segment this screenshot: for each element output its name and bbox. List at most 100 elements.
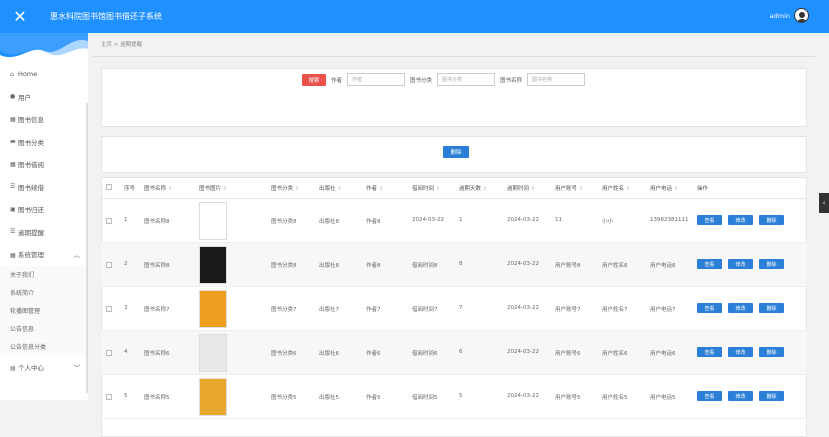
side-collapse-handle[interactable]: ‹ — [819, 193, 829, 213]
delete-button[interactable]: 删除 — [759, 347, 784, 357]
book-cover-image — [199, 246, 227, 284]
sidebar-subitem-about[interactable]: 关于我们 — [0, 265, 88, 284]
sidebar-item-book-info[interactable]: ▦ 图书信息 — [0, 108, 88, 131]
cell-overdue-days: 6 — [459, 349, 463, 355]
book-name-input[interactable]: 图书名称 — [527, 73, 586, 86]
sidebar-item-profile[interactable]: ▤ 个人中心 ﹀ — [0, 356, 88, 379]
select-all-checkbox[interactable] — [106, 184, 112, 190]
search-row: 搜索 作者 作者 图书分类 图书分类 图书名称 图书名称 — [302, 73, 586, 86]
category-input[interactable]: 图书分类 — [437, 73, 496, 86]
sidebar-subitem-notice[interactable]: 公告信息 — [0, 319, 88, 338]
sidebar-item-return[interactable]: ▣ 图书归还 — [0, 198, 88, 221]
close-icon[interactable]: ✕ — [0, 7, 40, 26]
user-menu[interactable]: admin — [770, 8, 809, 23]
top-bar: ✕ 惠水科院图书馆图书借还子系统 admin — [0, 0, 829, 33]
header-overdue-time[interactable]: 逾期时间 — [507, 186, 529, 192]
sort-icon[interactable]: ⇕ — [223, 186, 227, 192]
header-category[interactable]: 图书分类 — [271, 186, 293, 192]
sidebar-item-renew[interactable]: ☰ 图书续借 — [0, 176, 88, 199]
header-author[interactable]: 作者 — [366, 186, 377, 192]
cell-borrow-time: 借阅时间8 — [412, 263, 438, 269]
cell-phone: 用户电话7 — [650, 307, 676, 313]
delete-button[interactable]: 删除 — [759, 303, 784, 313]
sidebar-item-borrow[interactable]: ▦ 图书借阅 — [0, 153, 88, 176]
header-overdue-days[interactable]: 逾期天数 — [459, 186, 481, 192]
sort-icon[interactable]: ⇕ — [338, 186, 342, 192]
cell-account: 用户账号8 — [555, 263, 581, 269]
cell-user-name: 小小 — [602, 219, 614, 225]
header-phone[interactable]: 用户电话 — [650, 186, 672, 192]
search-button[interactable]: 搜索 — [302, 73, 326, 86]
author-label: 作者 — [331, 77, 343, 84]
sidebar-subitem-carousel[interactable]: 轮播图管理 — [0, 301, 88, 320]
delete-button[interactable]: 删除 — [759, 215, 784, 225]
sort-icon[interactable]: ⇕ — [579, 186, 583, 192]
cell-publisher: 出版社7 — [319, 307, 339, 313]
view-button[interactable]: 查看 — [697, 303, 722, 313]
edit-button[interactable]: 修改 — [728, 347, 753, 357]
sidebar-item-book-category[interactable]: ▬ 图书分类 — [0, 131, 88, 154]
row-checkbox[interactable] — [106, 394, 112, 400]
sort-icon[interactable]: ⇕ — [483, 186, 487, 192]
bulk-delete-button[interactable]: 删除 — [443, 146, 469, 158]
avatar[interactable] — [794, 8, 809, 23]
cell-no: 4 — [124, 349, 128, 355]
sort-icon[interactable]: ⇕ — [531, 186, 535, 192]
row-checkbox[interactable] — [106, 262, 112, 268]
sidebar-item-system[interactable]: ▦ 系统管理 ︿ — [0, 243, 88, 266]
cell-name: 图书名称7 — [144, 307, 170, 313]
cell-publisher: 出版社8 — [319, 263, 339, 269]
book-cover-image — [199, 290, 227, 328]
grid-icon: ▦ — [10, 115, 16, 123]
sort-icon[interactable]: ⇕ — [674, 186, 678, 192]
sidebar-subitem-notice-category[interactable]: 公告信息分类 — [0, 337, 88, 356]
cell-author: 作者6 — [366, 351, 381, 357]
cell-author: 作者7 — [366, 307, 381, 313]
sidebar-item-home[interactable]: ⌂ Home — [0, 63, 88, 86]
table-row: 1 图书名称8 图书分类8 出版社8 作者8 2024-03-22 1 2024-03-22 1… — [101, 199, 807, 243]
sidebar-subitem-intro[interactable]: 系统简介 — [0, 283, 88, 302]
header-image[interactable]: 图书图片 — [199, 186, 221, 192]
cell-overdue-days: 7 — [459, 305, 463, 311]
table-row: 2 图书名称8 图书分类8 出版社8 作者8 借阅时间8 8 2024-03-22 用户账号8 用… — [101, 243, 807, 287]
view-button[interactable]: 查看 — [697, 259, 722, 269]
view-button[interactable]: 查看 — [697, 347, 722, 357]
sort-icon[interactable]: ⇕ — [626, 186, 630, 192]
edit-button[interactable]: 修改 — [728, 303, 753, 313]
cell-overdue-days: 5 — [459, 393, 463, 399]
sort-icon[interactable]: ⇕ — [379, 186, 383, 192]
row-checkbox[interactable] — [106, 306, 112, 312]
sort-icon[interactable]: ⇕ — [295, 186, 299, 192]
book-cover-image — [199, 378, 227, 416]
calendar-icon: ▣ — [10, 205, 16, 213]
cell-category: 图书分类6 — [271, 351, 297, 357]
cell-phone: 用户电话8 — [650, 263, 676, 269]
sidebar-item-user[interactable]: ● 用户 — [0, 86, 88, 109]
sidebar-item-overdue[interactable]: ☰ 逾期提醒 — [0, 221, 88, 244]
header-borrow-time[interactable]: 借阅时间 — [412, 186, 434, 192]
cell-phone: 13982381111 — [650, 217, 689, 223]
header-name[interactable]: 图书名称 — [144, 186, 166, 192]
edit-button[interactable]: 修改 — [728, 215, 753, 225]
book-name-label: 图书名称 — [500, 77, 523, 84]
header-actions: 操作 — [697, 186, 709, 192]
row-checkbox[interactable] — [106, 218, 112, 224]
cell-publisher: 出版社8 — [319, 219, 339, 225]
header-publisher[interactable]: 出版社 — [319, 186, 336, 192]
table-row: 3 图书名称7 图书分类7 出版社7 作者7 借阅时间7 7 2024-03-22 用户账号7 用… — [101, 287, 807, 331]
delete-button[interactable]: 删除 — [759, 259, 784, 269]
edit-button[interactable]: 修改 — [728, 259, 753, 269]
header-account[interactable]: 用户账号 — [555, 186, 577, 192]
view-button[interactable]: 查看 — [697, 215, 722, 225]
sort-icon[interactable]: ⇕ — [436, 186, 440, 192]
header-no: 序号 — [124, 186, 136, 192]
main-content: 主页 > 逾期提醒 搜索 作者 作者 图书分类 图书分类 图书名称 图书名称 删… — [88, 33, 829, 437]
row-checkbox[interactable] — [106, 350, 112, 356]
book-icon: ▬ — [10, 138, 16, 146]
cell-user-name: 用户姓名8 — [602, 263, 628, 269]
cell-user-name: 用户姓名7 — [602, 307, 628, 313]
header-user-name[interactable]: 用户姓名 — [602, 186, 624, 192]
table-header: 序号 图书名称 ⇕ 图书图片 ⇕ 图书分类 ⇕ 出版社 ⇕ 作者 ⇕ 借阅时间 ⇕ 逾期天数… — [101, 177, 807, 199]
sort-icon[interactable]: ⇕ — [168, 186, 172, 192]
author-input[interactable]: 作者 — [347, 73, 406, 86]
